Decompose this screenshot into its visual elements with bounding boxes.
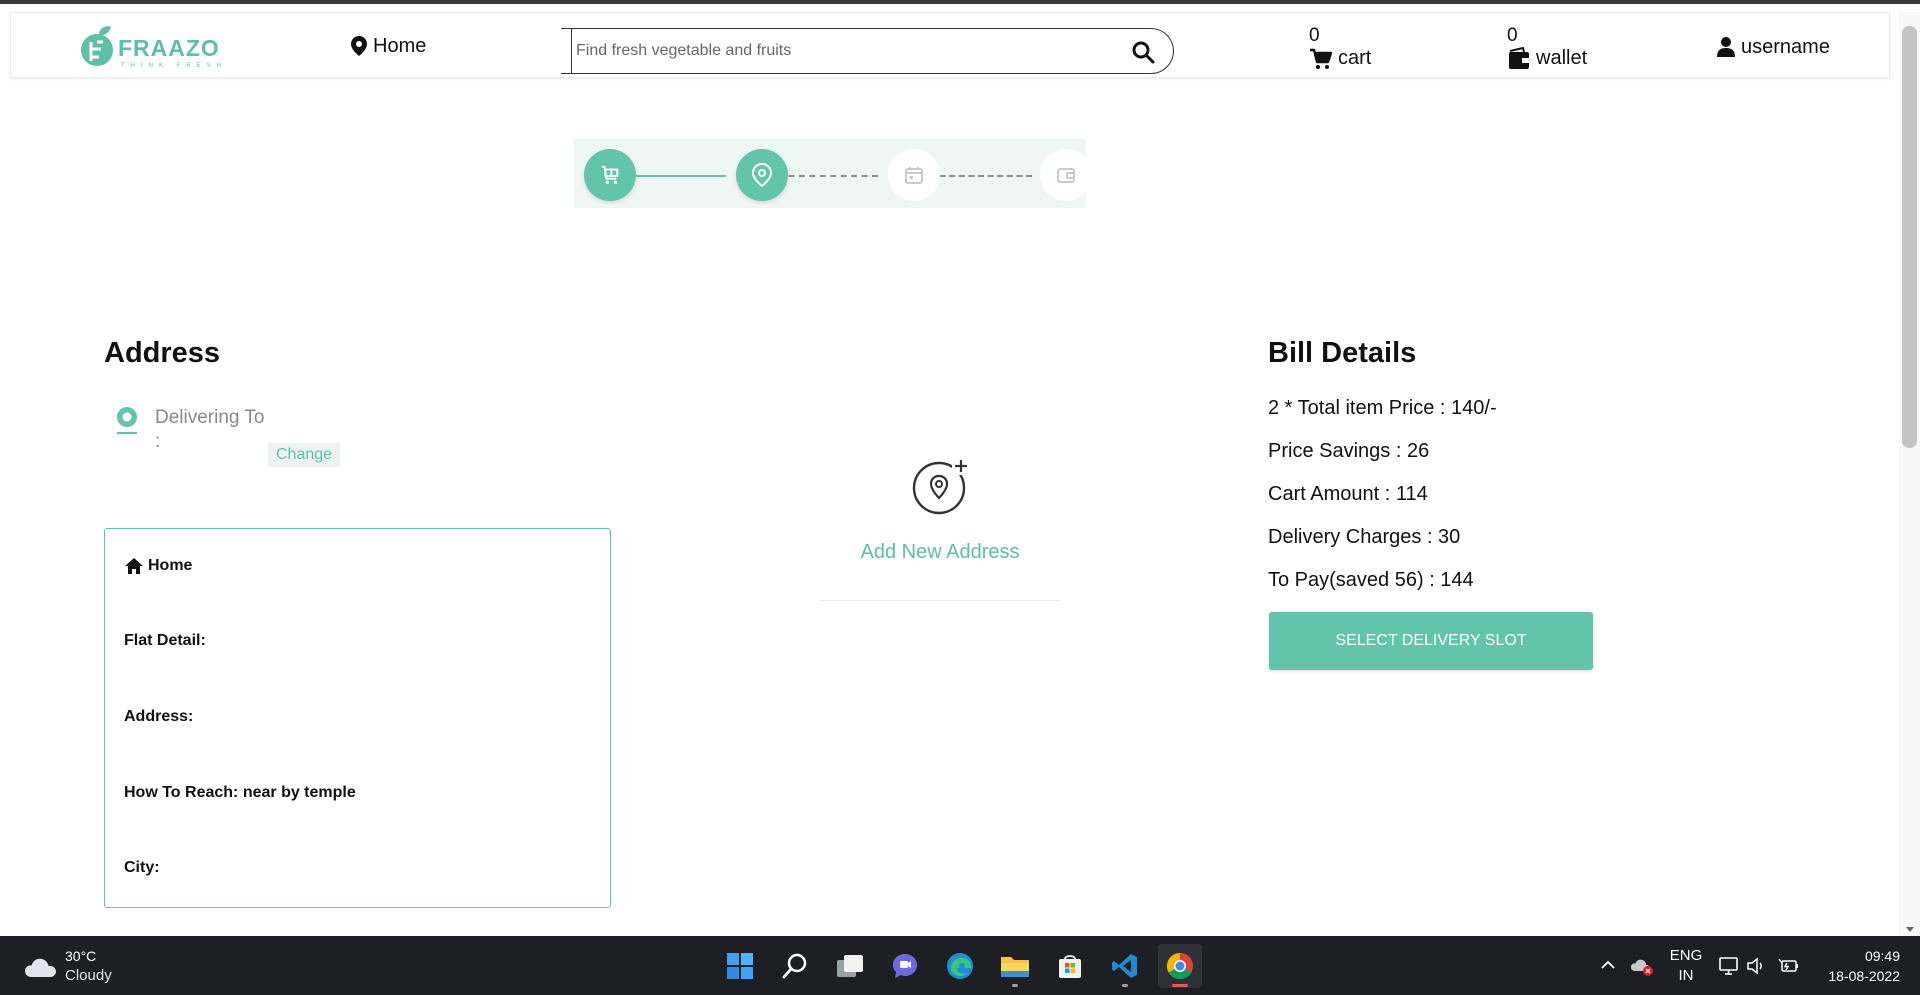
search-icon[interactable] (1131, 40, 1155, 64)
edge-icon (947, 953, 973, 979)
step-payment[interactable] (1040, 149, 1092, 201)
chrome-button[interactable] (1158, 944, 1202, 988)
stepper-line-pending-2 (930, 175, 1032, 177)
windows-taskbar: 30°C Cloudy ENG IN 09:49 18-08-2022 (0, 936, 1920, 995)
language-region: IN (1678, 967, 1694, 984)
add-new-address-label: Add New Address (860, 541, 1020, 563)
onedrive-error-icon[interactable] (1630, 956, 1654, 976)
running-indicator (1122, 984, 1128, 987)
volume-icon[interactable] (1746, 956, 1766, 976)
leaf-logo-icon (81, 26, 113, 66)
delivering-to: Delivering To : Change (114, 402, 354, 472)
file-explorer-button[interactable] (993, 944, 1037, 988)
fraazo-logo[interactable]: FRAAZO THINK FRESH (79, 21, 229, 71)
language-code: ENG (1669, 947, 1703, 964)
microsoft-store-button[interactable] (1048, 944, 1092, 988)
site-header: FRAAZO THINK FRESH Home 0 (10, 12, 1890, 78)
teams-chat-button[interactable] (883, 944, 927, 988)
teams-chat-icon (893, 954, 917, 978)
location-pin-icon (751, 163, 773, 187)
bill-price-savings: Price Savings : 26 (1268, 440, 1430, 462)
address-name-row: Home (124, 557, 192, 575)
windows-start-icon (727, 953, 753, 979)
wallet-count: 0 (1507, 25, 1518, 46)
browser-top-edge (0, 0, 1920, 4)
battery-icon[interactable] (1778, 956, 1800, 976)
microsoft-store-icon (1059, 955, 1081, 978)
address-line: Address: (124, 708, 194, 725)
location-dot-icon (117, 407, 137, 434)
search-bar (561, 28, 1174, 74)
task-view-icon (837, 955, 863, 977)
wallet-link[interactable]: 0 wallet (1495, 25, 1595, 73)
cloud-icon (25, 958, 56, 977)
wallet-step-icon (1057, 168, 1075, 183)
network-icon[interactable] (1718, 956, 1740, 976)
start-button[interactable] (718, 944, 762, 988)
shopping-cart-icon (1310, 48, 1333, 69)
vscode-icon (1112, 954, 1137, 978)
vscode-button[interactable] (1103, 944, 1147, 988)
step-address[interactable] (736, 149, 788, 201)
chevron-up-icon[interactable] (1601, 960, 1615, 970)
address-name: Home (148, 557, 193, 574)
bill-heading: Bill Details (1268, 337, 1417, 369)
location-label: Home (373, 34, 427, 57)
username-label: username (1741, 35, 1830, 58)
clock-time: 09:49 (1864, 948, 1900, 964)
cart-label: cart (1338, 47, 1372, 69)
user-icon (1717, 37, 1735, 57)
bill-total-price: 2 * Total item Price : 140/- (1268, 397, 1497, 419)
edge-button[interactable] (938, 944, 982, 988)
calendar-icon (905, 167, 923, 184)
cart-link[interactable]: 0 cart (1297, 25, 1387, 73)
bill-delivery-charges: Delivery Charges : 30 (1268, 526, 1461, 548)
chrome-icon (1166, 952, 1193, 980)
file-explorer-icon (1001, 957, 1029, 977)
change-address-button[interactable]: Change (268, 443, 341, 467)
weather-widget[interactable]: 30°C Cloudy (24, 947, 144, 987)
address-heading: Address (104, 337, 221, 369)
checkout-stepper (574, 139, 1092, 208)
user-menu[interactable]: username (1717, 33, 1830, 61)
bill-cart-amount: Cart Amount : 114 (1268, 483, 1428, 505)
search-input[interactable] (571, 29, 1091, 73)
active-app-indicator (1172, 984, 1188, 987)
weather-description: Cloudy (65, 967, 112, 984)
scroll-down-arrow-icon[interactable] (1906, 927, 1914, 932)
page: FRAAZO THINK FRESH Home 0 (0, 0, 1920, 995)
page-scrollbar[interactable] (1899, 12, 1920, 936)
step-delivery-slot[interactable] (888, 149, 940, 201)
cart-count: 0 (1309, 25, 1320, 46)
stepper-line-complete (624, 175, 726, 177)
scrollbar-thumb[interactable] (1902, 26, 1917, 448)
delivering-to-label: Delivering To : (155, 407, 265, 452)
city: City: (124, 859, 160, 876)
stepper-line-pending-1 (778, 175, 878, 177)
select-delivery-slot-button[interactable]: SELECT DELIVERY SLOT (1269, 612, 1593, 670)
flat-detail: Flat Detail: (124, 632, 206, 649)
weather-temperature: 30°C (65, 948, 97, 964)
task-view-button[interactable] (828, 944, 872, 988)
wallet-icon (1509, 47, 1529, 69)
logo-text: FRAAZO (118, 35, 220, 61)
add-new-address[interactable]: Add New Address (820, 453, 1060, 601)
running-indicator (1012, 984, 1018, 987)
how-to-reach: How To Reach: near by temple (124, 784, 356, 801)
clock-date: 18-08-2022 (1828, 968, 1900, 984)
system-clock[interactable]: 09:49 18-08-2022 (1810, 946, 1900, 986)
search-icon (782, 953, 807, 979)
taskbar-search[interactable] (773, 944, 817, 988)
add-location-icon (912, 457, 970, 515)
home-icon (125, 558, 143, 574)
logo-tagline: THINK FRESH (121, 63, 228, 69)
language-indicator[interactable]: ENG IN (1668, 946, 1704, 986)
cart-icon (601, 165, 619, 184)
bill-to-pay: To Pay(saved 56) : 144 (1268, 569, 1474, 591)
selected-address-card[interactable]: Home Flat Detail: Address: How To Reach:… (104, 528, 611, 908)
map-marker-icon (351, 36, 367, 56)
step-cart[interactable] (584, 149, 636, 201)
location-selector[interactable]: Home (351, 33, 426, 59)
wallet-label: wallet (1536, 47, 1588, 69)
